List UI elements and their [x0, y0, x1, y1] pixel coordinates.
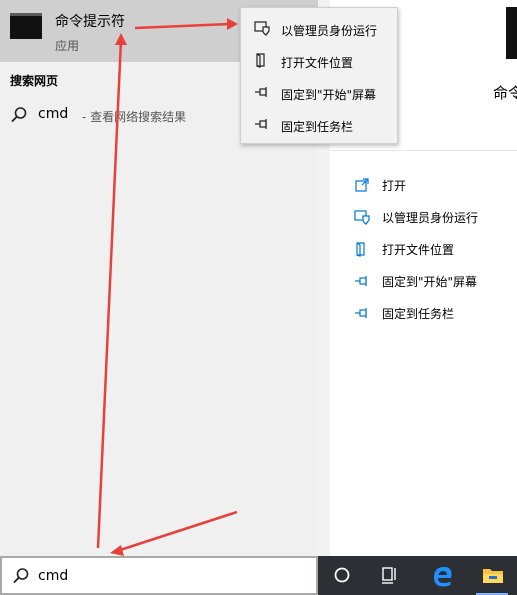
- edge-button[interactable]: [420, 556, 464, 595]
- shield-run-icon: [254, 21, 270, 36]
- action-open[interactable]: 打开: [330, 170, 517, 202]
- web-result-suffix: - 查看网络搜索结果: [82, 110, 187, 124]
- action-run-as-admin[interactable]: 以管理员身份运行: [330, 202, 517, 234]
- action-label: 固定到"开始"屏幕: [382, 275, 478, 289]
- cortana-icon: [334, 567, 350, 583]
- menu-item-label: 以管理员身份运行: [281, 24, 378, 38]
- open-icon: [355, 178, 369, 192]
- task-view-button[interactable]: [368, 556, 412, 595]
- file-explorer-icon: [483, 569, 503, 583]
- app-name: 命令提示符: [55, 14, 125, 30]
- pin-icon: [255, 119, 267, 129]
- start-search-window: 命令提示符 应用 搜索网页 cmd - 查看网络搜索结果 命令 打开 以管理员身…: [0, 0, 517, 595]
- menu-item-label: 固定到任务栏: [281, 120, 354, 134]
- search-input[interactable]: [38, 565, 308, 587]
- action-label: 打开: [382, 179, 407, 193]
- action-label: 以管理员身份运行: [382, 211, 479, 225]
- file-explorer-button[interactable]: [470, 556, 514, 595]
- pin-icon: [355, 276, 367, 286]
- action-label: 固定到任务栏: [382, 307, 455, 321]
- search-icon: [13, 568, 29, 584]
- action-open-file-location[interactable]: 打开文件位置: [330, 234, 517, 266]
- pin-icon: [255, 87, 267, 97]
- app-type: 应用: [55, 39, 80, 53]
- file-location-icon: [256, 53, 265, 68]
- search-box[interactable]: [0, 556, 318, 595]
- console-app-icon: [10, 13, 42, 39]
- action-pin-to-taskbar[interactable]: 固定到任务栏: [330, 298, 517, 330]
- task-view-icon: [382, 567, 396, 584]
- pin-icon: [355, 308, 367, 318]
- menu-item-label: 打开文件位置: [281, 56, 354, 70]
- web-query: cmd: [38, 106, 69, 122]
- action-pin-to-start[interactable]: 固定到"开始"屏幕: [330, 266, 517, 298]
- menu-item-open-file-location[interactable]: 打开文件位置: [241, 44, 397, 76]
- web-section-title: 搜索网页: [10, 74, 59, 88]
- shield-run-icon: [354, 210, 370, 225]
- action-label: 打开文件位置: [382, 243, 455, 257]
- menu-item-pin-to-taskbar[interactable]: 固定到任务栏: [241, 108, 397, 140]
- file-location-icon: [356, 242, 365, 257]
- menu-item-run-as-admin[interactable]: 以管理员身份运行: [241, 12, 397, 44]
- preview-app-name: 命令: [493, 84, 517, 102]
- menu-item-label: 固定到"开始"屏幕: [281, 88, 377, 102]
- edge-icon: [434, 567, 452, 587]
- preview-actions: 打开 以管理员身份运行 打开文件位置 固定到"开始"屏幕 固定到任务栏: [330, 170, 517, 330]
- search-icon: [11, 107, 27, 123]
- divider: [330, 150, 517, 151]
- context-menu: 以管理员身份运行 打开文件位置 固定到"开始"屏幕 固定到任务栏: [240, 7, 398, 144]
- cortana-button[interactable]: [320, 556, 364, 595]
- taskbar: [318, 556, 517, 595]
- menu-item-pin-to-start[interactable]: 固定到"开始"屏幕: [241, 76, 397, 108]
- console-app-icon: [506, 7, 517, 59]
